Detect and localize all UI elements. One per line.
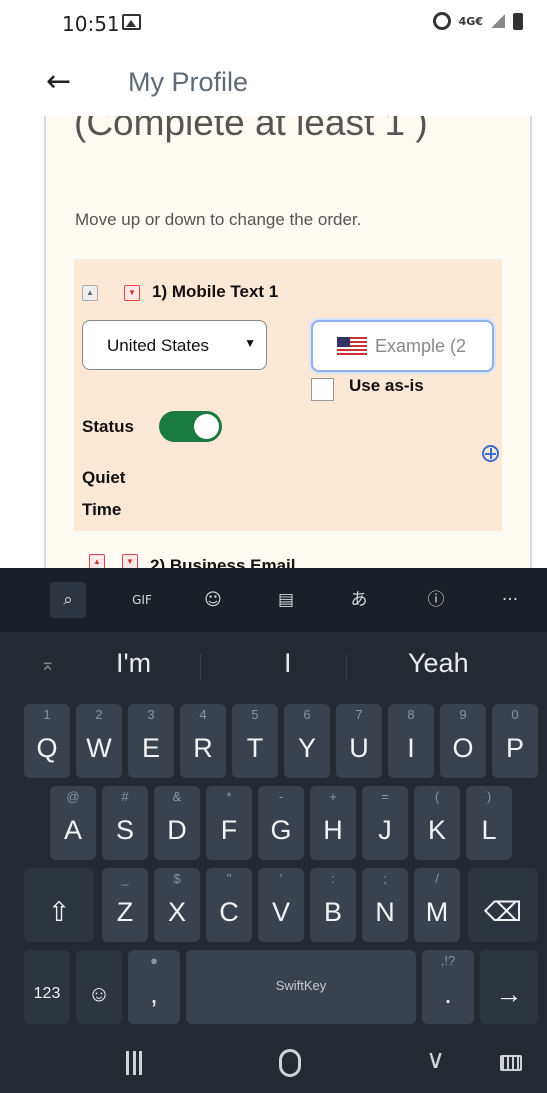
use-as-is-checkbox[interactable] [311,378,334,401]
status-icons: 4G€ [432,12,523,30]
phone-number-input[interactable]: Example (2 [311,320,494,372]
backspace-key[interactable]: ⌫ [468,868,538,942]
recents-icon[interactable] [126,1051,142,1075]
key-p[interactable]: 0P [492,704,538,778]
chevron-down-icon: ▼ [244,336,256,350]
collapse-icon[interactable]: ⌅ [40,654,55,675]
more-icon[interactable]: ··· [492,582,528,618]
key-k[interactable]: (K [414,786,460,860]
key-d[interactable]: & D [154,786,200,860]
key-u[interactable]: 7U [336,704,382,778]
home-icon[interactable] [279,1049,301,1077]
key-r[interactable]: 4R [180,704,226,778]
key-o[interactable]: 9O [440,704,486,778]
key-i[interactable]: 8I [388,704,434,778]
quiet-time-label: Quiet Time [82,468,126,519]
key-q[interactable]: 1Q [24,704,70,778]
status-time: 10:51 [62,12,120,36]
key-t[interactable]: 5T [232,704,278,778]
gallery-notification-icon [122,14,141,30]
suggestion-divider [346,654,347,680]
country-select[interactable]: United States ▼ [82,320,267,370]
swiftkey-keyboard: ⌕ GIF ☺ ▤ あ ⓘ ··· ⌅ I'm I Yeah 1Q 2W 3E … [0,568,547,1037]
key-e[interactable]: 3E [128,704,174,778]
section-heading: (Complete at least 1 ) [74,116,428,143]
suggestion-bar: ⌅ I'm I Yeah [0,632,547,700]
key-w[interactable]: 2W [76,704,122,778]
period-key[interactable]: ,!?. [422,950,474,1024]
add-quiet-time-icon[interactable] [482,445,499,462]
space-key[interactable]: SwiftKey [186,950,416,1024]
key-n[interactable]: ; N [362,868,408,942]
entry-title: 1) Mobile Text 1 [152,282,279,301]
key-b[interactable]: :B [310,868,356,942]
system-nav-bar: ∨ [0,1037,547,1093]
key-s[interactable]: # S [102,786,148,860]
status-bar: 10:51 4G€ [0,0,547,52]
app-bar: ← My Profile [0,52,547,116]
phone-placeholder: Example (2 [375,336,467,356]
backspace-icon: ⌫ [483,897,523,927]
key-x[interactable]: $ X [154,868,200,942]
comma-key[interactable]: ●, [128,950,180,1024]
page-title: My Profile [128,67,249,97]
enter-icon: → [495,979,523,1009]
key-a[interactable]: @ A [50,786,96,860]
move-up-button[interactable]: ▲ [82,285,98,301]
numbers-key[interactable]: 123 [24,950,70,1024]
swiftkey-logo: SwiftKey [275,978,327,993]
contact-entry-1: ▲ ▼ 1) Mobile Text 1 United States ▼ Exa… [74,259,502,531]
key-f[interactable]: * F [206,786,252,860]
clipboard-icon[interactable]: ▤ [268,582,304,618]
status-toggle[interactable] [159,411,222,442]
move-down-button-2[interactable]: ▼ [122,554,138,568]
battery-icon [513,12,523,30]
reorder-hint: Move up or down to change the order. [75,210,362,229]
toggle-knob [194,414,219,439]
entry-title-2: 2) Business Email [150,556,296,568]
emoji-key[interactable]: ☺ [76,950,122,1024]
network-type: 4G€ [458,14,483,28]
key-g[interactable]: -G [258,786,304,860]
key-m[interactable]: / M [414,868,460,942]
key-j[interactable]: = J [362,786,408,860]
key-v[interactable]: ' V [258,868,304,942]
move-up-button-2[interactable]: ▲ [89,554,105,568]
alarm-icon [432,12,451,30]
profile-content[interactable]: (Complete at least 1 ) Move up or down t… [0,116,547,568]
move-down-button[interactable]: ▼ [124,285,140,301]
shift-icon: ⇧ [47,897,71,927]
key-l[interactable]: ) L [466,786,512,860]
key-h[interactable]: + H [310,786,356,860]
keyboard-toolbar: ⌕ GIF ☺ ▤ あ ⓘ ··· [0,568,547,632]
translate-icon[interactable]: あ [341,582,377,618]
gif-icon[interactable]: GIF [124,582,160,618]
suggestion-divider [200,654,201,680]
keyboard-switch-icon[interactable] [500,1055,522,1071]
info-icon[interactable]: ⓘ [418,582,454,618]
shift-key[interactable]: ⇧ [24,868,94,942]
sticker-icon[interactable]: ☺ [195,582,231,618]
signal-icon [491,14,505,28]
suggestion-2[interactable]: I [284,648,292,679]
hide-keyboard-icon[interactable]: ∨ [426,1045,445,1075]
enter-key[interactable]: → [480,950,538,1024]
suggestion-1[interactable]: I'm [116,648,151,679]
emoji-icon: ☺ [87,981,111,1006]
suggestion-3[interactable]: Yeah [408,648,469,679]
mic-icon: ● [150,953,158,968]
back-arrow-icon[interactable]: ← [46,64,82,100]
search-icon[interactable]: ⌕ [50,582,86,618]
use-as-is-label: Use as-is [349,376,424,395]
key-y[interactable]: 6Y [284,704,330,778]
status-label: Status [82,417,134,436]
us-flag-icon [337,337,367,355]
key-c[interactable]: " C [206,868,252,942]
country-value: United States [107,336,210,355]
key-z[interactable]: _ Z [102,868,148,942]
